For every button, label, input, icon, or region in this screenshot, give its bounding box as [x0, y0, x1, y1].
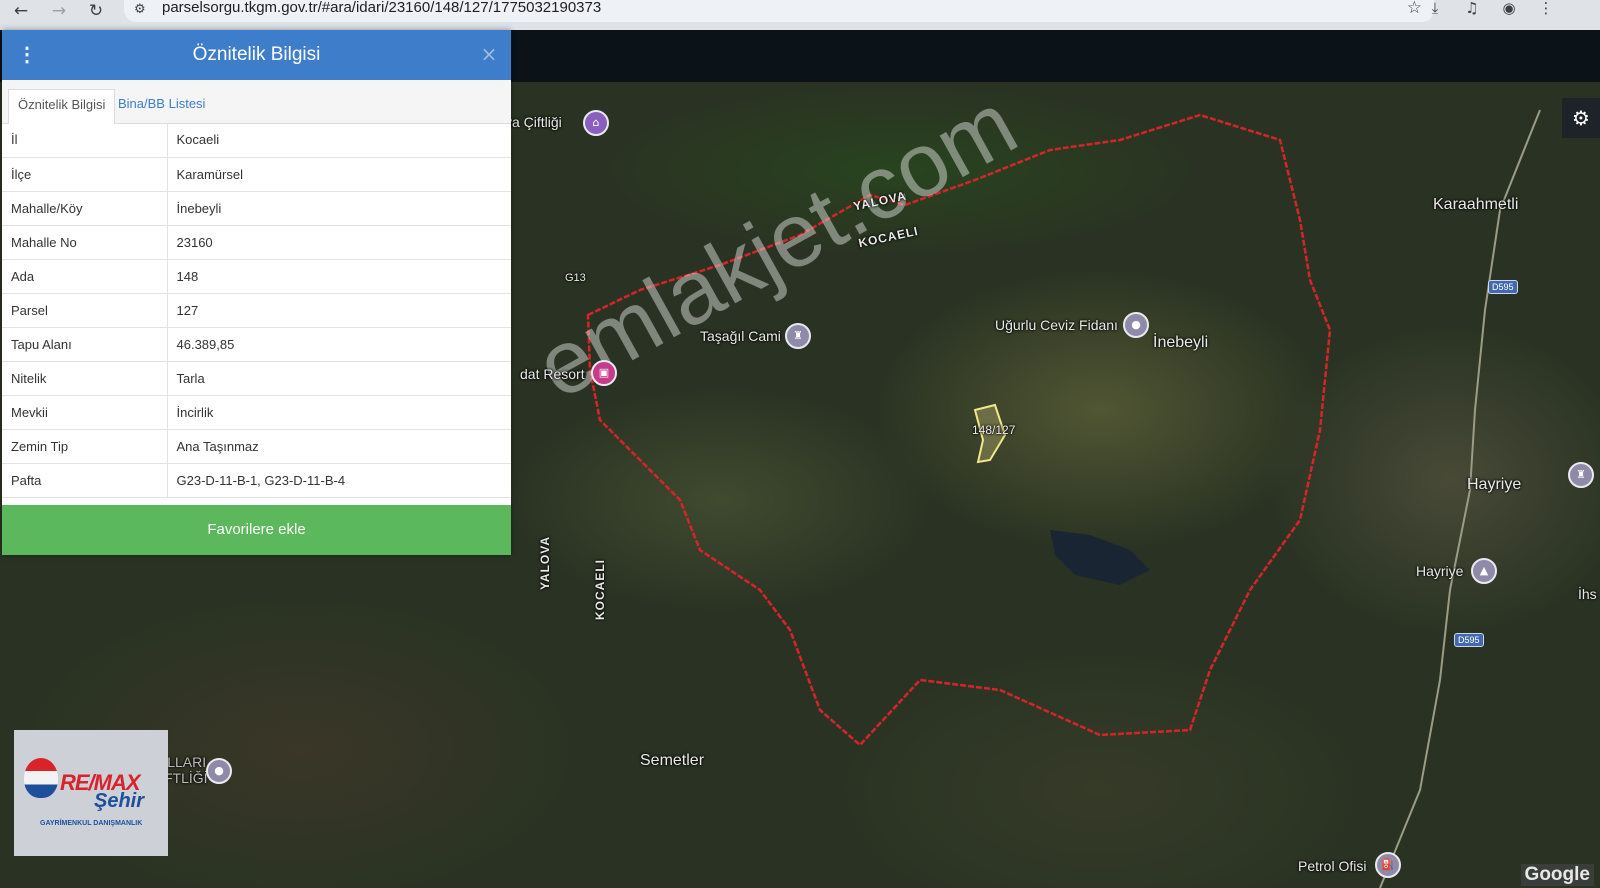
map-label-hayriye2: Hayriye [1416, 563, 1464, 579]
site-info-icon[interactable]: ⚙ [134, 2, 150, 18]
logo-tagline: GAYRİMENKUL DANIŞMANLIK [40, 820, 143, 827]
route-badge-north: D595 [1488, 280, 1518, 294]
browser-toolbar: ← → ↻ ⚙ parselsorgu.tkgm.gov.tr/#ara/ida… [0, 0, 1600, 30]
row-value: Tarla [167, 361, 511, 396]
map-label-yalova-side: YALOVA [538, 535, 552, 590]
url-text[interactable]: parselsorgu.tkgm.gov.tr/#ara/idari/23160… [162, 0, 601, 16]
table-row: Mahalle/Köy İnebeyli [2, 191, 511, 226]
map-label-ciftligi: ya Çiftliği [505, 114, 562, 130]
row-value: 46.389,85 [167, 327, 511, 362]
star-icon[interactable]: ☆ [1407, 0, 1422, 17]
forward-icon[interactable]: → [46, 2, 72, 22]
media-icon[interactable]: ♫ [1461, 0, 1483, 18]
table-row: Parsel 127 [2, 293, 511, 328]
table-row: Mahalle No 23160 [2, 225, 511, 260]
hotel-icon[interactable]: ▣ [591, 360, 617, 386]
row-value: Ana Taşınmaz [167, 429, 511, 464]
attribute-table: İl Kocaeli İlçe Karamürsel Mahalle/Köy İneb… [2, 123, 511, 498]
map-label-ugurlu: Uğurlu Ceviz Fidanı [995, 317, 1118, 333]
gas-station-icon[interactable]: ⛽ [1375, 852, 1401, 878]
map-label-karaahmetli: Karaahmetli [1433, 196, 1519, 213]
address-bar[interactable]: ⚙ parselsorgu.tkgm.gov.tr/#ara/idari/231… [124, 0, 1434, 22]
row-key: Nitelik [2, 361, 168, 396]
farm-pin-icon[interactable]: ● [206, 758, 232, 784]
road-line [1379, 109, 1541, 888]
tab-bina-bb-listesi[interactable]: Bina/BB Listesi [109, 89, 214, 123]
water-body [1050, 530, 1150, 585]
row-value: İncirlik [167, 395, 511, 430]
row-value: Karamürsel [167, 157, 511, 192]
row-value: 23160 [167, 225, 511, 260]
close-icon[interactable]: × [479, 43, 499, 65]
route-badge-south: D595 [1454, 633, 1484, 647]
table-row: İlçe Karamürsel [2, 157, 511, 192]
mosque-icon-east[interactable]: ♜ [1568, 462, 1594, 488]
google-attribution: Google [1520, 864, 1594, 886]
back-icon[interactable]: ← [8, 2, 34, 22]
mosque-icon[interactable]: ♜ [785, 323, 811, 349]
row-value: 127 [167, 293, 511, 328]
neighborhood-boundary [586, 113, 1332, 747]
row-value: G23-D-11-B-1, G23-D-11-B-4 [167, 463, 511, 498]
row-key: Mevkii [2, 395, 168, 430]
row-key: Mahalle/Köy [2, 191, 168, 226]
kebab-menu-icon[interactable]: ⋮ [17, 44, 37, 66]
download-icon[interactable]: ⤓ [1424, 0, 1446, 18]
row-key: Pafta [2, 463, 168, 498]
map-label-semetler: Semetler [640, 752, 705, 769]
table-row: Zemin Tip Ana Taşınmaz [2, 429, 511, 464]
table-row: Mevkii İncirlik [2, 395, 511, 430]
logo-sub: Şehir [94, 790, 145, 812]
row-key: Mahalle No [2, 225, 168, 260]
row-value: İnebeyli [167, 191, 511, 226]
table-row: Nitelik Tarla [2, 361, 511, 396]
row-key: İlçe [2, 157, 168, 192]
row-key: Parsel [2, 293, 168, 328]
table-row: İl Kocaeli [2, 123, 511, 158]
panel-header: Öznitelik Bilgisi ⋮ × [2, 30, 511, 80]
map-label-g13: G13 [565, 272, 586, 284]
map-label-tasagil: Taşağıl Cami [700, 328, 781, 344]
panel-tabs: Öznitelik Bilgisi Bina/BB Listesi [2, 80, 511, 124]
row-key: Tapu Alanı [2, 327, 168, 362]
school-icon[interactable]: ▲ [1471, 558, 1497, 584]
settings-gear-icon[interactable]: ⚙ [1562, 98, 1600, 138]
attribute-panel: Öznitelik Bilgisi ⋮ × Öznitelik Bilgisi … [2, 30, 511, 555]
row-value: Kocaeli [167, 123, 511, 158]
map-label-resort: dat Resort [520, 366, 585, 382]
row-key: Zemin Tip [2, 429, 168, 464]
menu-icon[interactable]: ⋮ [1535, 0, 1557, 18]
map-label-kocaeli-side: KOCAELI [593, 559, 607, 620]
place-pin-icon[interactable]: ● [1123, 312, 1149, 338]
row-key: Ada [2, 259, 168, 294]
table-row: Ada 148 [2, 259, 511, 294]
poi-farm-icon[interactable]: ⌂ [583, 110, 609, 136]
table-row: Tapu Alanı 46.389,85 [2, 327, 511, 362]
map-label-inebeyli: İnebeyli [1153, 334, 1209, 351]
add-to-favorites-button[interactable]: Favorilere ekle [2, 505, 511, 555]
panel-title: Öznitelik Bilgisi [192, 44, 321, 65]
balloon-icon [24, 758, 58, 798]
map-label-hayriye: Hayriye [1467, 476, 1522, 493]
tab-oznitelik-bilgisi[interactable]: Öznitelik Bilgisi [8, 89, 116, 124]
reload-icon[interactable]: ↻ [83, 2, 109, 22]
map-label-ihs: İhs [1578, 586, 1597, 602]
parcel-label: 148/127 [972, 423, 1016, 437]
row-key: İl [2, 123, 168, 158]
row-value: 148 [167, 259, 511, 294]
map-label-petrol: Petrol Ofisi [1298, 858, 1367, 874]
remax-logo: RE/MAX Şehir GAYRİMENKUL DANIŞMANLIK [14, 730, 168, 856]
profile-icon[interactable]: ◉ [1498, 0, 1520, 18]
table-row: Pafta G23-D-11-B-1, G23-D-11-B-4 [2, 463, 511, 498]
